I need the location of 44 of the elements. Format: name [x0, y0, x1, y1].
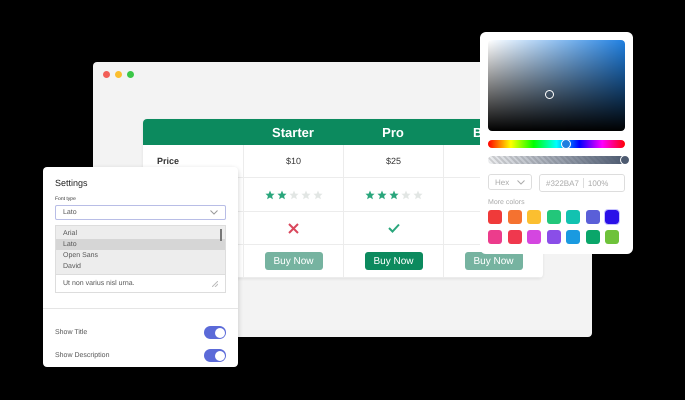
color-swatch[interactable]	[546, 230, 560, 244]
picker-cursor[interactable]	[545, 90, 554, 99]
star-icon	[364, 190, 374, 200]
color-swatch[interactable]	[508, 210, 522, 224]
plan-name: Starter	[272, 124, 314, 140]
chevron-icon	[517, 180, 525, 184]
star-icon	[400, 190, 410, 200]
color-swatch[interactable]	[566, 210, 580, 224]
plan-price: $10	[286, 156, 302, 166]
resize-grip-icon	[212, 280, 218, 286]
star-icon	[376, 190, 386, 200]
chevron-icon	[210, 210, 218, 215]
star-icon	[276, 190, 286, 200]
plan-name: Pro	[382, 124, 404, 140]
slider-thumb[interactable]	[561, 139, 572, 149]
plan-price: $25	[386, 156, 402, 166]
color-swatch[interactable]	[508, 230, 522, 244]
color-swatch[interactable]	[527, 230, 541, 244]
star-icon	[300, 190, 310, 200]
star-icon	[412, 190, 422, 200]
color-swatch[interactable]	[605, 210, 619, 224]
window-dot[interactable]	[103, 71, 110, 78]
color-swatch[interactable]	[586, 230, 600, 244]
star-icon	[312, 190, 322, 200]
color-swatch[interactable]	[488, 210, 502, 224]
star-icon	[288, 190, 298, 200]
hue-slider[interactable]	[488, 140, 625, 148]
star-icon	[388, 190, 398, 200]
toggle-switch[interactable]	[204, 349, 226, 362]
color-swatch[interactable]	[488, 230, 502, 244]
color-swatch[interactable]	[546, 210, 560, 224]
color-swatch[interactable]	[566, 230, 580, 244]
row-label: Price	[157, 156, 180, 166]
color-swatch[interactable]	[605, 230, 619, 244]
buy-now-button[interactable]: Buy Now	[364, 252, 422, 270]
scrollbar[interactable]	[220, 229, 222, 241]
panel-title: Settings	[55, 178, 89, 188]
color-swatch[interactable]	[527, 210, 541, 224]
window-dot[interactable]	[127, 71, 134, 78]
window-dot[interactable]	[115, 71, 122, 78]
toggle-switch[interactable]	[204, 326, 226, 339]
color-gradient-area[interactable]	[488, 40, 625, 131]
star-icon	[264, 190, 274, 200]
color-swatch[interactable]	[586, 210, 600, 224]
